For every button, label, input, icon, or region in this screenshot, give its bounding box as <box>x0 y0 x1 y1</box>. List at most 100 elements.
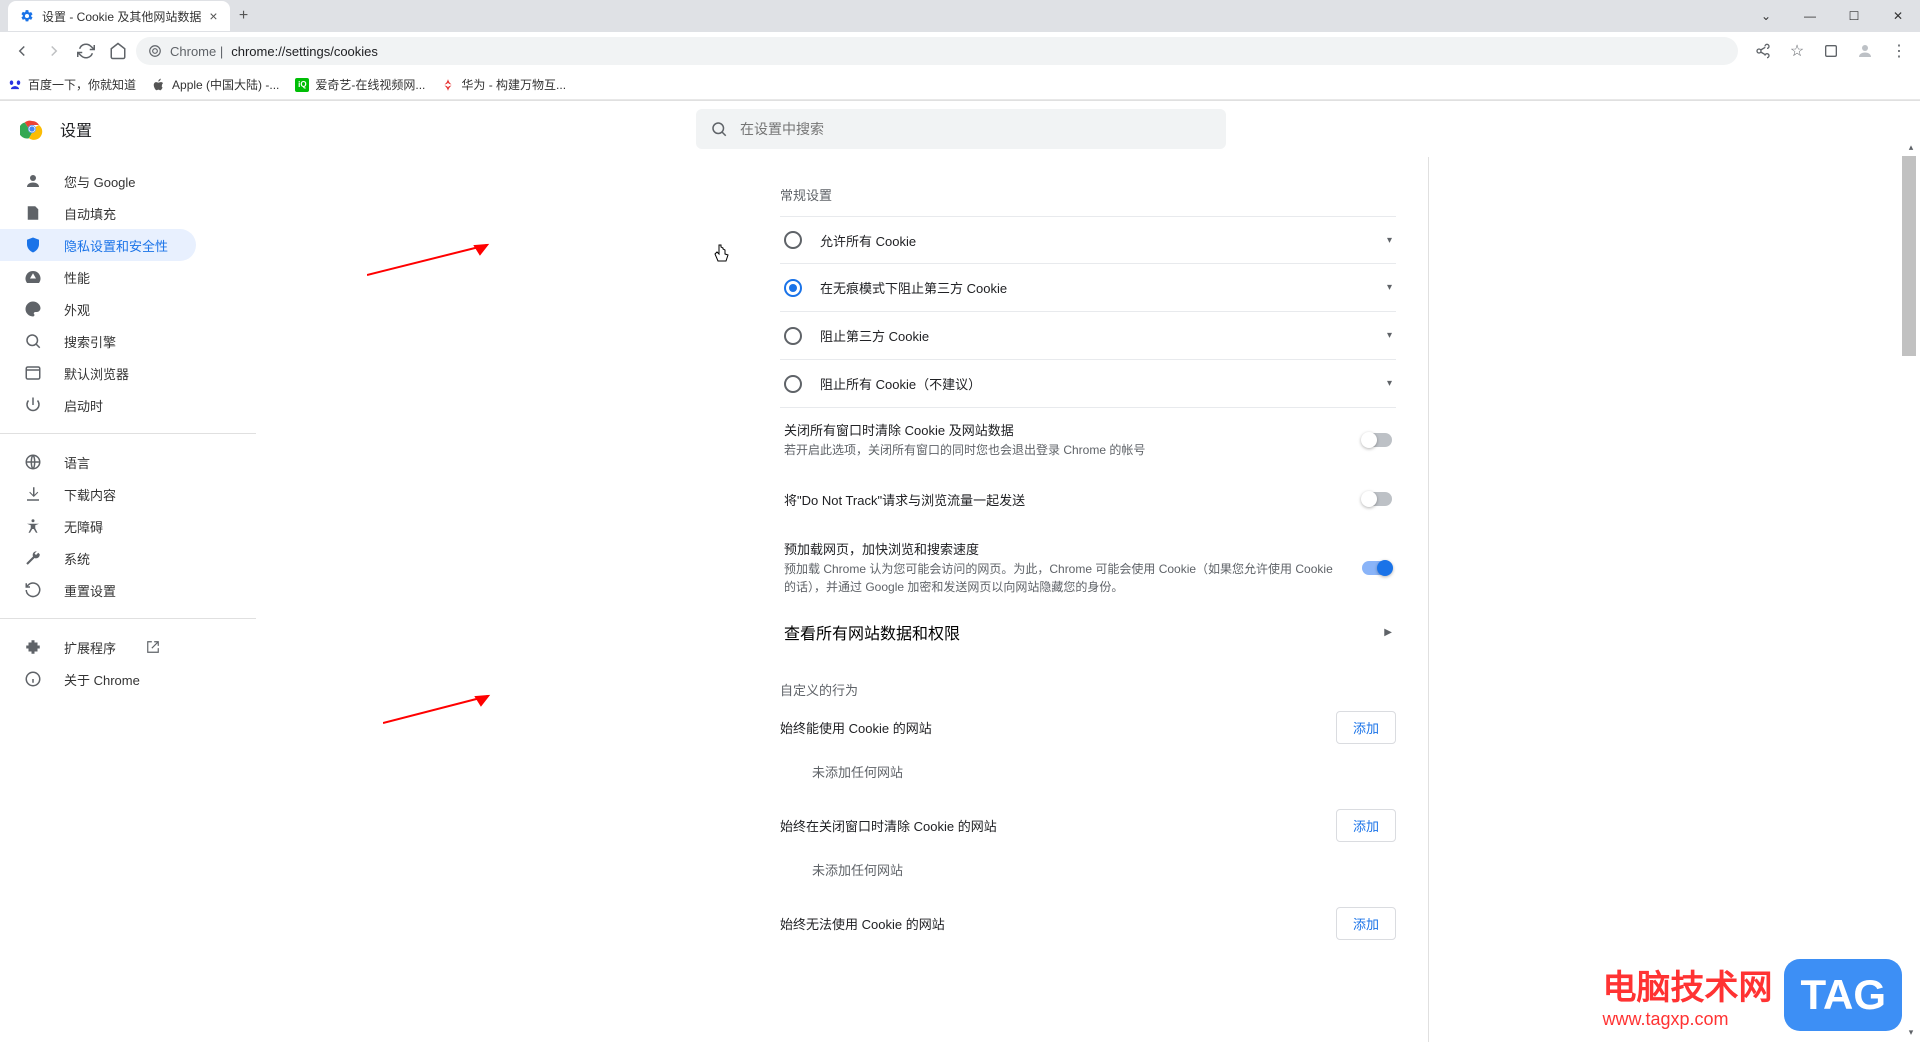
toggle-switch[interactable] <box>1362 433 1392 447</box>
sidebar-item-label: 扩展程序 <box>64 638 116 657</box>
toggle-switch[interactable] <box>1362 492 1392 506</box>
bookmark-apple[interactable]: Apple (中国大陆) -... <box>152 76 279 93</box>
scrollbar-thumb[interactable] <box>1902 156 1916 356</box>
sidebar-item-label: 关于 Chrome <box>64 670 140 689</box>
url-prefix: Chrome | <box>170 44 223 59</box>
settings-favicon <box>20 9 34 23</box>
sidebar-item-wrench[interactable]: 系统 <box>0 542 196 574</box>
tab-title: 设置 - Cookie 及其他网站数据 <box>42 8 201 25</box>
custom-block-0: 始终能使用 Cookie 的网站 添加未添加任何网站 <box>780 711 1396 781</box>
profile-icon[interactable] <box>1852 38 1878 64</box>
add-button[interactable]: 添加 <box>1336 711 1396 744</box>
tab-close-icon[interactable]: × <box>209 8 217 24</box>
info-icon <box>24 670 42 688</box>
browser-tab[interactable]: 设置 - Cookie 及其他网站数据 × <box>8 1 230 31</box>
sidebar-item-palette[interactable]: 外观 <box>0 293 196 325</box>
radio-option-3[interactable]: 阻止所有 Cookie（不建议）▾ <box>780 360 1396 408</box>
sidebar-item-download[interactable]: 下载内容 <box>0 478 196 510</box>
browser-chrome: 设置 - Cookie 及其他网站数据 × + ⌄ — ☐ ✕ Chrome |… <box>0 0 1920 101</box>
section-general: 常规设置 <box>780 185 1396 204</box>
content-wrapper: 常规设置 允许所有 Cookie▾在无痕模式下阻止第三方 Cookie▾阻止第三… <box>256 157 1920 1042</box>
bookmark-huawei[interactable]: 华为 - 构建万物互... <box>441 76 566 93</box>
sidebar-item-extension[interactable]: 扩展程序 <box>0 631 196 663</box>
chrome-icon <box>148 44 162 58</box>
person-icon <box>24 172 42 190</box>
scrollbar-track[interactable] <box>1904 156 1918 1039</box>
chrome-logo-icon <box>20 117 44 141</box>
nav-back[interactable] <box>8 37 36 65</box>
nav-reload[interactable] <box>72 37 100 65</box>
custom-label: 始终能使用 Cookie 的网站 <box>780 718 932 737</box>
empty-text: 未添加任何网站 <box>780 762 1396 781</box>
add-button[interactable]: 添加 <box>1336 809 1396 842</box>
sidebar-item-accessibility[interactable]: 无障碍 <box>0 510 196 542</box>
add-button[interactable]: 添加 <box>1336 907 1396 940</box>
content-divider <box>1428 157 1429 1042</box>
shield-icon <box>24 236 42 254</box>
external-link-icon <box>146 640 160 654</box>
sidebar-item-speed[interactable]: 性能 <box>0 261 196 293</box>
chevron-down-icon[interactable]: ▾ <box>1387 282 1392 293</box>
chevron-down-icon[interactable]: ▾ <box>1387 378 1392 389</box>
dropdown-icon[interactable]: ⌄ <box>1744 0 1788 32</box>
search-input[interactable] <box>740 121 1212 137</box>
toggle-row-0: 关闭所有窗口时清除 Cookie 及网站数据若开启此选项，关闭所有窗口的同时您也… <box>780 408 1396 471</box>
language-icon <box>24 453 42 471</box>
extensions-icon[interactable] <box>1818 38 1844 64</box>
share-icon[interactable] <box>1750 38 1776 64</box>
window-close[interactable]: ✕ <box>1876 0 1920 32</box>
sidebar-item-label: 隐私设置和安全性 <box>64 236 168 255</box>
sidebar-item-label: 您与 Google <box>64 172 136 191</box>
toggle-subtitle: 若开启此选项，关闭所有窗口的同时您也会退出登录 Chrome 的帐号 <box>784 441 1344 459</box>
sidebar-item-person[interactable]: 您与 Google <box>0 165 196 197</box>
window-minimize[interactable]: — <box>1788 0 1832 32</box>
sidebar-item-label: 语言 <box>64 453 90 472</box>
search-icon <box>710 120 728 138</box>
radio-label: 允许所有 Cookie <box>820 231 1369 250</box>
toggle-subtitle: 预加载 Chrome 认为您可能会访问的网页。为此，Chrome 可能会使用 C… <box>784 560 1344 596</box>
restore-icon <box>24 581 42 599</box>
nav-forward[interactable] <box>40 37 68 65</box>
toggle-switch[interactable] <box>1362 561 1392 575</box>
sidebar-item-power[interactable]: 启动时 <box>0 389 196 421</box>
section-custom: 自定义的行为 <box>780 680 1396 699</box>
palette-icon <box>24 300 42 318</box>
sidebar-item-assignment[interactable]: 自动填充 <box>0 197 196 229</box>
bookmark-star-icon[interactable]: ☆ <box>1784 38 1810 64</box>
radio-option-0[interactable]: 允许所有 Cookie ▾ <box>780 216 1396 264</box>
bookmark-baidu[interactable]: 百度一下，你就知道 <box>8 76 136 93</box>
window-maximize[interactable]: ☐ <box>1832 0 1876 32</box>
extension-icon <box>24 638 42 656</box>
chevron-down-icon[interactable]: ▾ <box>1387 330 1392 341</box>
search-bar[interactable] <box>696 109 1226 149</box>
radio-option-1[interactable]: 在无痕模式下阻止第三方 Cookie▾ <box>780 264 1396 312</box>
url-field[interactable]: Chrome | chrome://settings/cookies <box>136 37 1738 65</box>
bookmark-iqiyi[interactable]: iQ 爱奇艺-在线视频网... <box>295 76 425 93</box>
nav-home[interactable] <box>104 37 132 65</box>
sidebar-item-language[interactable]: 语言 <box>0 446 196 478</box>
apple-favicon <box>152 78 166 92</box>
sidebar-item-shield[interactable]: 隐私设置和安全性 <box>0 229 196 261</box>
sidebar-divider <box>0 433 256 434</box>
power-icon <box>24 396 42 414</box>
settings-content: 常规设置 允许所有 Cookie▾在无痕模式下阻止第三方 Cookie▾阻止第三… <box>748 157 1428 1042</box>
radio-option-2[interactable]: 阻止第三方 Cookie▾ <box>780 312 1396 360</box>
address-bar: Chrome | chrome://settings/cookies ☆ ⋮ <box>0 32 1920 70</box>
menu-dots-icon[interactable]: ⋮ <box>1886 38 1912 64</box>
scroll-up-icon[interactable]: ▴ <box>1904 140 1918 154</box>
custom-block-1: 始终在关闭窗口时清除 Cookie 的网站添加未添加任何网站 <box>780 809 1396 879</box>
sidebar-item-search[interactable]: 搜索引擎 <box>0 325 196 357</box>
custom-label: 始终无法使用 Cookie 的网站 <box>780 914 945 933</box>
chevron-right-icon: ▶ <box>1384 627 1392 638</box>
browser-icon <box>24 364 42 382</box>
chevron-down-icon[interactable]: ▾ <box>1387 235 1392 246</box>
sidebar-item-browser[interactable]: 默认浏览器 <box>0 357 196 389</box>
new-tab-button[interactable]: + <box>230 2 258 30</box>
sidebar-item-restore[interactable]: 重置设置 <box>0 574 196 606</box>
sidebar-item-info[interactable]: 关于 Chrome <box>0 663 196 695</box>
view-all-sites-row[interactable]: 查看所有网站数据和权限 ▶ <box>780 608 1396 656</box>
scroll-down-icon[interactable]: ▾ <box>1904 1025 1918 1039</box>
sidebar-divider <box>0 618 256 619</box>
bookmark-label: Apple (中国大陆) -... <box>172 76 279 93</box>
sidebar-item-label: 重置设置 <box>64 581 116 600</box>
